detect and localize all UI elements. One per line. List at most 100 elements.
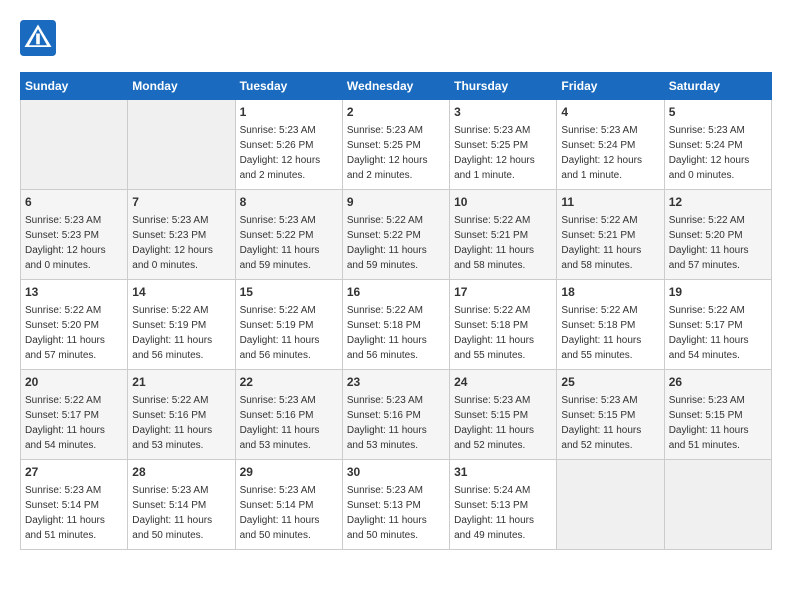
day-info: Sunrise: 5:23 AM Sunset: 5:24 PM Dayligh… (561, 125, 642, 181)
calendar-cell: 21 Sunrise: 5:22 AM Sunset: 5:16 PM Dayli… (128, 370, 235, 460)
calendar-cell: 30Sunrise: 5:23 AM Sunset: 5:13 PM Dayli… (342, 460, 449, 550)
calendar-cell: 4 Sunrise: 5:23 AM Sunset: 5:24 PM Daylig… (557, 100, 664, 190)
calendar-cell: 19 Sunrise: 5:22 AM Sunset: 5:17 PM Dayli… (664, 280, 771, 370)
calendar-cell: 29Sunrise: 5:23 AM Sunset: 5:14 PM Dayli… (235, 460, 342, 550)
day-number: 25 (561, 374, 659, 391)
day-number: 9 (347, 194, 445, 211)
day-info: Sunrise: 5:22 AM Sunset: 5:18 PM Dayligh… (347, 305, 427, 361)
day-number: 14 (132, 284, 230, 301)
day-info: Sunrise: 5:23 AM Sunset: 5:15 PM Dayligh… (454, 395, 534, 451)
calendar-cell: 3 Sunrise: 5:23 AM Sunset: 5:25 PM Daylig… (450, 100, 557, 190)
calendar-week-3: 13Sunrise: 5:22 AM Sunset: 5:20 PM Dayli… (21, 280, 772, 370)
calendar-cell: 24 Sunrise: 5:23 AM Sunset: 5:15 PM Dayli… (450, 370, 557, 460)
day-number: 10 (454, 194, 552, 211)
calendar-cell: 1 Sunrise: 5:23 AM Sunset: 5:26 PM Daylig… (235, 100, 342, 190)
day-info: Sunrise: 5:23 AM Sunset: 5:24 PM Dayligh… (669, 125, 750, 181)
day-info: Sunrise: 5:22 AM Sunset: 5:22 PM Dayligh… (347, 215, 427, 271)
day-number: 2 (347, 104, 445, 121)
day-number: 20 (25, 374, 123, 391)
calendar-cell: 7Sunrise: 5:23 AM Sunset: 5:23 PM Daylig… (128, 190, 235, 280)
day-number: 3 (454, 104, 552, 121)
day-header-wednesday: Wednesday (342, 73, 449, 100)
day-info: Sunrise: 5:23 AM Sunset: 5:23 PM Dayligh… (25, 215, 106, 271)
day-info: Sunrise: 5:23 AM Sunset: 5:26 PM Dayligh… (240, 125, 321, 181)
calendar-cell: 31Sunrise: 5:24 AM Sunset: 5:13 PM Dayli… (450, 460, 557, 550)
day-info: Sunrise: 5:23 AM Sunset: 5:16 PM Dayligh… (347, 395, 427, 451)
day-info: Sunrise: 5:22 AM Sunset: 5:17 PM Dayligh… (25, 395, 105, 451)
day-info: Sunrise: 5:23 AM Sunset: 5:14 PM Dayligh… (25, 485, 105, 541)
day-number: 24 (454, 374, 552, 391)
calendar-cell: 17 Sunrise: 5:22 AM Sunset: 5:18 PM Dayli… (450, 280, 557, 370)
calendar-body: 1 Sunrise: 5:23 AM Sunset: 5:26 PM Daylig… (21, 100, 772, 550)
logo-icon (20, 20, 56, 56)
day-header-tuesday: Tuesday (235, 73, 342, 100)
calendar-week-4: 20 Sunrise: 5:22 AM Sunset: 5:17 PM Dayli… (21, 370, 772, 460)
day-info: Sunrise: 5:23 AM Sunset: 5:25 PM Dayligh… (454, 125, 535, 181)
calendar-week-1: 1 Sunrise: 5:23 AM Sunset: 5:26 PM Daylig… (21, 100, 772, 190)
calendar-cell: 26 Sunrise: 5:23 AM Sunset: 5:15 PM Dayli… (664, 370, 771, 460)
calendar-week-5: 27 Sunrise: 5:23 AM Sunset: 5:14 PM Dayli… (21, 460, 772, 550)
calendar-cell: 22Sunrise: 5:23 AM Sunset: 5:16 PM Dayli… (235, 370, 342, 460)
day-number: 26 (669, 374, 767, 391)
day-number: 19 (669, 284, 767, 301)
day-number: 27 (25, 464, 123, 481)
day-header-monday: Monday (128, 73, 235, 100)
page-header (20, 20, 772, 56)
day-header-saturday: Saturday (664, 73, 771, 100)
day-number: 5 (669, 104, 767, 121)
day-header-thursday: Thursday (450, 73, 557, 100)
day-header-friday: Friday (557, 73, 664, 100)
day-info: Sunrise: 5:23 AM Sunset: 5:16 PM Dayligh… (240, 395, 320, 451)
day-info: Sunrise: 5:22 AM Sunset: 5:21 PM Dayligh… (454, 215, 534, 271)
calendar-cell: 6 Sunrise: 5:23 AM Sunset: 5:23 PM Daylig… (21, 190, 128, 280)
calendar-cell: 9 Sunrise: 5:22 AM Sunset: 5:22 PM Daylig… (342, 190, 449, 280)
calendar-header: SundayMondayTuesdayWednesdayThursdayFrid… (21, 73, 772, 100)
day-number: 16 (347, 284, 445, 301)
calendar-cell (128, 100, 235, 190)
calendar-cell: 13Sunrise: 5:22 AM Sunset: 5:20 PM Dayli… (21, 280, 128, 370)
calendar-cell: 20 Sunrise: 5:22 AM Sunset: 5:17 PM Dayli… (21, 370, 128, 460)
day-info: Sunrise: 5:23 AM Sunset: 5:25 PM Dayligh… (347, 125, 428, 181)
calendar-cell: 23 Sunrise: 5:23 AM Sunset: 5:16 PM Dayli… (342, 370, 449, 460)
day-info: Sunrise: 5:22 AM Sunset: 5:17 PM Dayligh… (669, 305, 749, 361)
calendar-cell: 27 Sunrise: 5:23 AM Sunset: 5:14 PM Dayli… (21, 460, 128, 550)
day-info: Sunrise: 5:23 AM Sunset: 5:15 PM Dayligh… (669, 395, 749, 451)
day-number: 28 (132, 464, 230, 481)
calendar-cell: 25Sunrise: 5:23 AM Sunset: 5:15 PM Dayli… (557, 370, 664, 460)
day-info: Sunrise: 5:22 AM Sunset: 5:19 PM Dayligh… (132, 305, 212, 361)
day-info: Sunrise: 5:22 AM Sunset: 5:18 PM Dayligh… (454, 305, 534, 361)
day-number: 8 (240, 194, 338, 211)
calendar-cell (557, 460, 664, 550)
day-info: Sunrise: 5:22 AM Sunset: 5:20 PM Dayligh… (669, 215, 749, 271)
calendar-cell: 14 Sunrise: 5:22 AM Sunset: 5:19 PM Dayli… (128, 280, 235, 370)
day-info: Sunrise: 5:22 AM Sunset: 5:21 PM Dayligh… (561, 215, 641, 271)
day-info: Sunrise: 5:23 AM Sunset: 5:14 PM Dayligh… (240, 485, 320, 541)
calendar-table: SundayMondayTuesdayWednesdayThursdayFrid… (20, 72, 772, 550)
day-info: Sunrise: 5:22 AM Sunset: 5:18 PM Dayligh… (561, 305, 641, 361)
calendar-cell (664, 460, 771, 550)
calendar-cell: 11 Sunrise: 5:22 AM Sunset: 5:21 PM Dayli… (557, 190, 664, 280)
day-number: 4 (561, 104, 659, 121)
day-number: 15 (240, 284, 338, 301)
calendar-cell: 10 Sunrise: 5:22 AM Sunset: 5:21 PM Dayli… (450, 190, 557, 280)
day-number: 31 (454, 464, 552, 481)
day-number: 17 (454, 284, 552, 301)
calendar-week-2: 6 Sunrise: 5:23 AM Sunset: 5:23 PM Daylig… (21, 190, 772, 280)
day-number: 1 (240, 104, 338, 121)
day-info: Sunrise: 5:23 AM Sunset: 5:23 PM Dayligh… (132, 215, 213, 271)
logo (20, 20, 62, 56)
day-number: 21 (132, 374, 230, 391)
day-info: Sunrise: 5:22 AM Sunset: 5:16 PM Dayligh… (132, 395, 212, 451)
day-number: 6 (25, 194, 123, 211)
day-info: Sunrise: 5:23 AM Sunset: 5:22 PM Dayligh… (240, 215, 320, 271)
calendar-cell: 8 Sunrise: 5:23 AM Sunset: 5:22 PM Daylig… (235, 190, 342, 280)
calendar-cell: 18Sunrise: 5:22 AM Sunset: 5:18 PM Dayli… (557, 280, 664, 370)
day-info: Sunrise: 5:23 AM Sunset: 5:13 PM Dayligh… (347, 485, 427, 541)
day-info: Sunrise: 5:22 AM Sunset: 5:19 PM Dayligh… (240, 305, 320, 361)
day-info: Sunrise: 5:22 AM Sunset: 5:20 PM Dayligh… (25, 305, 105, 361)
day-info: Sunrise: 5:23 AM Sunset: 5:14 PM Dayligh… (132, 485, 212, 541)
day-number: 12 (669, 194, 767, 211)
calendar-cell: 5 Sunrise: 5:23 AM Sunset: 5:24 PM Daylig… (664, 100, 771, 190)
day-number: 11 (561, 194, 659, 211)
day-number: 23 (347, 374, 445, 391)
